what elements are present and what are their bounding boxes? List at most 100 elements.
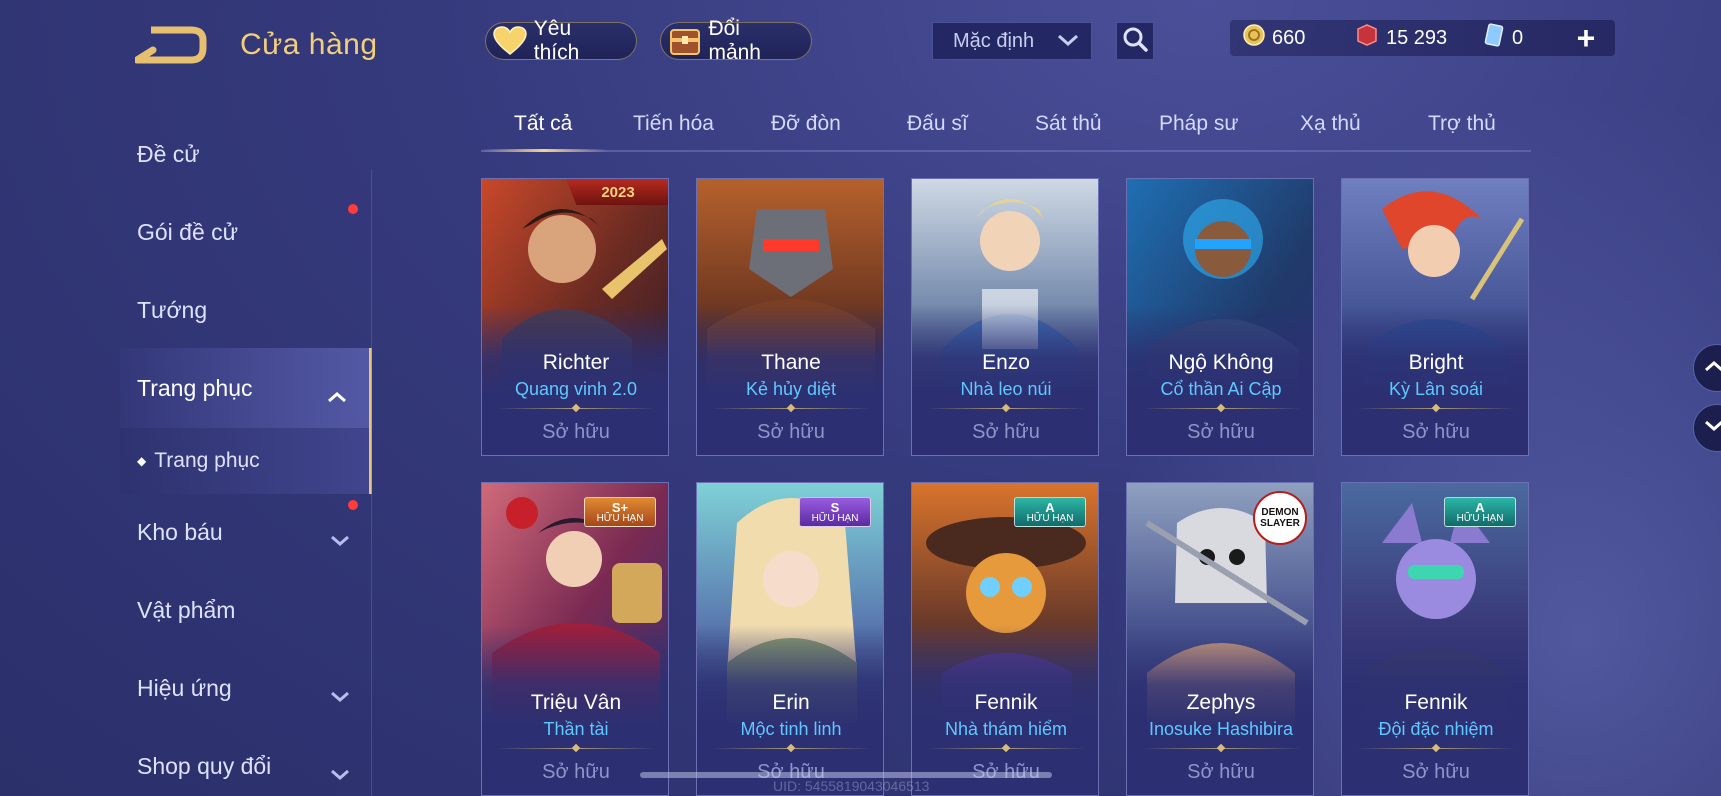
scroll-down-button[interactable] <box>1693 404 1721 452</box>
ownership-status: Sở hữu <box>1402 761 1470 783</box>
skin-card[interactable]: A HỮU HẠN Fennik Đội đặc nhiệm Sở hữu <box>1341 482 1529 796</box>
back-arrow-icon[interactable] <box>133 26 207 66</box>
hero-name: Fennik <box>974 691 1038 714</box>
sidebar-item-label: Đề cử <box>137 140 200 167</box>
hero-name: Richter <box>542 351 610 374</box>
chevron-down-icon <box>330 682 350 702</box>
hero-name: Erin <box>772 691 810 714</box>
gold-currency: 660 <box>1242 23 1354 53</box>
tab-mage[interactable]: Pháp sư <box>1159 112 1238 136</box>
diamond-bullet-icon: ◆ <box>137 454 147 468</box>
skin-card[interactable]: DEMON SLAYER Zephys Inosuke Hashibira Sở… <box>1126 482 1314 796</box>
sidebar-item-label: Shop quy đổi <box>137 752 272 779</box>
ownership-status: Sở hữu <box>1187 761 1255 783</box>
chevron-down-icon <box>330 526 350 546</box>
chevron-up-icon <box>1704 359 1721 377</box>
tab-assassin[interactable]: Sát thủ <box>1035 112 1102 136</box>
currency-bar: 660 15 293 0 <box>1230 20 1615 56</box>
hero-name: Enzo <box>982 351 1030 374</box>
ownership-status: Sở hữu <box>757 421 825 443</box>
skin-name: Đội đặc nhiệm <box>1378 719 1494 739</box>
ownership-status: Sở hữu <box>542 421 610 443</box>
sidebar: Đề cử Gói đề cử Tướng Trang phục ◆ Trang… <box>0 110 372 796</box>
sidebar-item-items[interactable]: Vật phẩm <box>120 574 372 646</box>
sidebar-item-label: Trang phục <box>137 374 253 401</box>
sidebar-item-label: Gói đề cử <box>137 218 239 245</box>
voucher-currency: 15 293 <box>1354 23 1482 53</box>
tab-tank[interactable]: Đỡ đòn <box>771 112 841 136</box>
card-divider <box>1356 408 1516 409</box>
card-divider <box>711 748 871 749</box>
sidebar-item-label: Kho báu <box>137 518 223 545</box>
skin-card[interactable]: Enzo Nhà leo núi Sở hữu <box>911 178 1099 456</box>
tab-support[interactable]: Trợ thủ <box>1428 112 1496 136</box>
skin-card[interactable]: 2023 Richter Quang vinh 2.0 Sở hữu <box>481 178 669 456</box>
skin-name: Inosuke Hashibira <box>1148 719 1294 739</box>
sort-value: Mặc định <box>953 29 1035 52</box>
sidebar-item-label: Tướng <box>137 296 208 323</box>
hero-name: Fennik <box>1404 691 1468 714</box>
ticket-currency: 0 <box>1482 23 1562 53</box>
sidebar-item-recommended-packs[interactable]: Gói đề cử <box>120 196 372 268</box>
chevron-down-icon <box>1704 419 1721 437</box>
skin-card[interactable]: Ngộ Không Cổ thần Ai Cập Sở hữu <box>1126 178 1314 456</box>
tab-fighter[interactable]: Đấu sĩ <box>907 112 968 136</box>
sidebar-item-label: Trang phục <box>154 449 260 472</box>
sidebar-item-exchange-shop[interactable]: Shop quy đổi <box>120 730 372 796</box>
notification-dot <box>348 500 358 510</box>
tab-all[interactable]: Tất cả <box>514 112 572 136</box>
chevron-up-icon <box>327 382 347 403</box>
favorites-button[interactable]: Yêu thích <box>485 17 637 64</box>
user-id: UID: 5455819043046513 <box>773 778 930 794</box>
ownership-status: Sở hữu <box>972 421 1040 443</box>
search-icon <box>1122 26 1148 57</box>
ownership-status: Sở hữu <box>1187 421 1255 443</box>
ticket-card-icon <box>1482 23 1506 53</box>
page-title: Cửa hàng <box>240 28 378 61</box>
tab-marksman[interactable]: Xạ thủ <box>1300 112 1361 136</box>
tab-evolution[interactable]: Tiến hóa <box>633 112 714 136</box>
ownership-status: Sở hữu <box>1402 421 1470 443</box>
skin-name: Nhà thám hiểm <box>944 719 1068 739</box>
exchange-shards-button[interactable]: Đổi mảnh <box>660 17 812 64</box>
gold-amount: 660 <box>1272 26 1306 49</box>
red-gem-icon <box>1354 23 1380 53</box>
rarity-badge: A HỮU HẠN <box>1444 497 1516 527</box>
sidebar-item-treasure[interactable]: Kho báu <box>120 496 372 568</box>
add-currency-button[interactable]: + <box>1570 20 1602 56</box>
skin-card[interactable]: S+ HỮU HẠN Triệu Vân Thần tài Sở hữu <box>481 482 669 796</box>
sidebar-item-effects[interactable]: Hiệu ứng <box>120 652 372 724</box>
scroll-up-button[interactable] <box>1693 344 1721 392</box>
rarity-badge: S+ HỮU HẠN <box>584 497 656 527</box>
card-divider <box>1356 748 1516 749</box>
card-divider <box>496 748 656 749</box>
hero-name: Triệu Vân <box>530 691 622 714</box>
treasure-chest-icon <box>667 25 702 57</box>
sort-dropdown[interactable]: Mặc định <box>932 22 1092 60</box>
heart-icon <box>492 25 528 57</box>
voucher-amount: 15 293 <box>1386 26 1448 49</box>
skin-card[interactable]: AHỮU HẠN Fennik Nhà thám hiểm Sở hữu <box>911 482 1099 796</box>
event-ribbon: 2023 <box>566 179 668 205</box>
exchange-label: Đổi mảnh <box>708 17 761 64</box>
rarity-badge: S HỮU HẠN <box>799 497 871 527</box>
skin-name: Nhà leo núi <box>960 379 1052 399</box>
category-tabs: Tất cả Tiến hóa Đỡ đòn Đấu sĩ Sát thủ Ph… <box>481 100 1531 152</box>
card-divider <box>926 408 1086 409</box>
sidebar-item-label: Hiệu ứng <box>137 674 232 701</box>
skin-card[interactable]: SHỮU HẠN Erin Mộc tinh linh Sở hữu <box>696 482 884 796</box>
sidebar-item-recommended[interactable]: Đề cử <box>120 118 372 190</box>
skin-card[interactable]: Thane Kẻ hủy diệt Sở hữu <box>696 178 884 456</box>
search-button[interactable] <box>1116 22 1154 60</box>
sidebar-item-heroes[interactable]: Tướng <box>120 274 372 346</box>
skin-card[interactable]: Bright Kỳ Lân soái Sở hữu <box>1341 178 1529 456</box>
sidebar-item-skins[interactable]: Trang phục <box>120 348 372 428</box>
collab-logo: DEMON SLAYER <box>1253 491 1307 545</box>
sidebar-item-label: Vật phẩm <box>137 596 236 623</box>
card-divider <box>1141 748 1301 749</box>
card-divider <box>926 748 1086 749</box>
skin-name: Cổ thần Ai Cập <box>1160 379 1282 399</box>
sidebar-subitem-skins[interactable]: ◆ Trang phục <box>120 428 372 494</box>
skin-name: Quang vinh 2.0 <box>514 379 638 399</box>
notification-dot <box>348 204 358 214</box>
